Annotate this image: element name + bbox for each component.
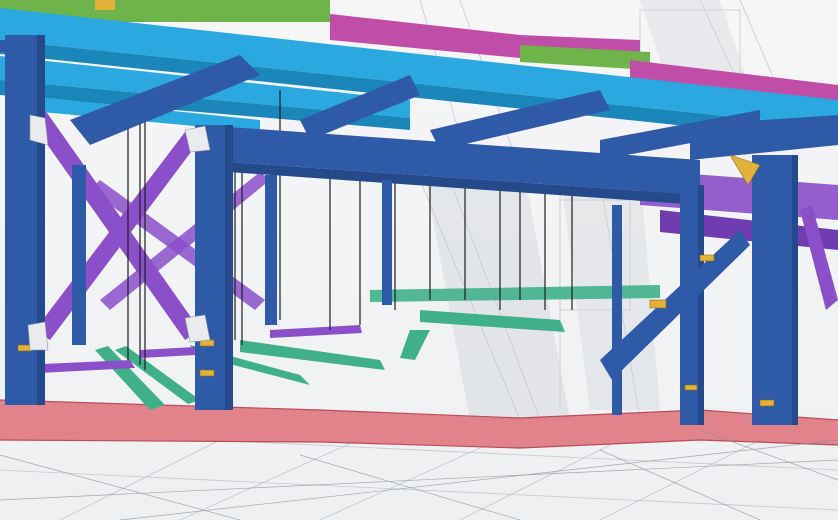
model-viewport[interactable] <box>0 0 838 520</box>
steel-structure-3d-scene[interactable] <box>0 0 838 520</box>
slab-edge-pink <box>0 399 838 449</box>
